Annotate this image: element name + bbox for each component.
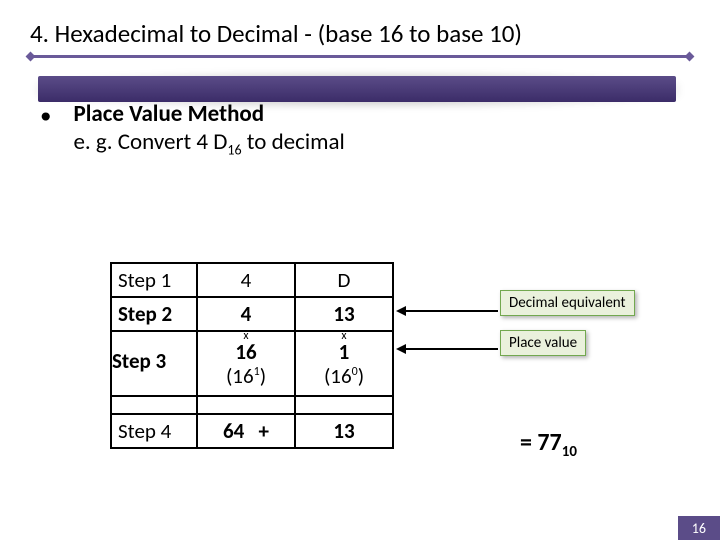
- label-decimal-equivalent: Decimal equivalent: [500, 290, 635, 316]
- step2-label: Step 2: [111, 297, 197, 331]
- step1-label: Step 1: [111, 263, 197, 297]
- step4-col1: 64 +: [197, 414, 295, 448]
- step1-col2: D: [295, 263, 393, 297]
- conversion-table: Step 1 4 D Step 2 4 13 Step 3 x 16 (161)…: [110, 262, 394, 449]
- step2-col1: 4: [197, 297, 295, 331]
- decorative-band: [0, 76, 720, 104]
- bullet-line-2: e. g. Convert 4 D16 to decimal: [73, 128, 344, 159]
- step4-label: Step 4: [111, 414, 197, 448]
- arrow-to-decimal-equiv: [398, 310, 498, 312]
- step3-label: Step 3: [111, 331, 197, 395]
- step3-col2: x 1 (160): [295, 331, 393, 395]
- page-number: 16: [678, 516, 720, 540]
- label-place-value: Place value: [500, 330, 586, 356]
- bullet-item: • Place Value Method e. g. Convert 4 D16…: [40, 100, 690, 159]
- arrow-to-place-value: [398, 348, 498, 350]
- step4-col2: 13: [295, 414, 393, 448]
- step3-col1: x 16 (161): [197, 331, 295, 395]
- step2-col2: 13: [295, 297, 393, 331]
- result-text: = 7710: [520, 428, 577, 461]
- step1-col1: 4: [197, 263, 295, 297]
- title-underline: [30, 55, 690, 58]
- slide-title: 4. Hexadecimal to Decimal - (base 16 to …: [0, 0, 720, 55]
